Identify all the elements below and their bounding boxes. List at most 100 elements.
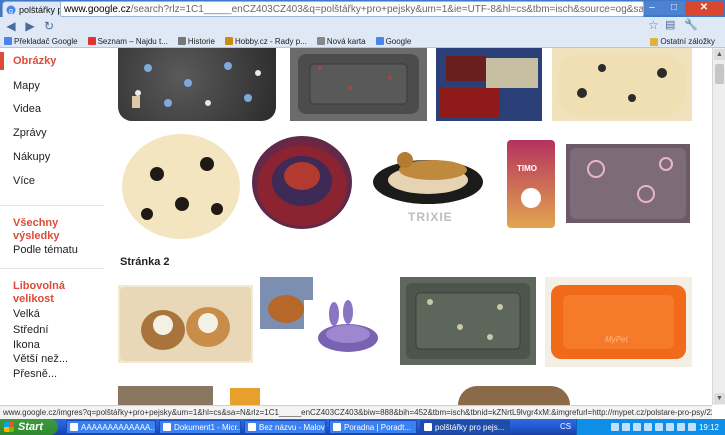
mypet-logo-text: MyPet — [605, 335, 628, 344]
taskbar-item-label: Poradna | Poradt... — [344, 422, 412, 432]
taskbar-item[interactable]: AAAAAAAAAAAAA... — [66, 420, 156, 434]
tray-icon[interactable] — [676, 423, 685, 431]
image-result[interactable]: MyPet — [545, 277, 692, 367]
image-result[interactable] — [230, 388, 260, 405]
google-favicon-icon: g — [6, 5, 16, 15]
svg-text:g: g — [9, 8, 13, 15]
tray-icon[interactable] — [665, 423, 674, 431]
page-content: Obrázky Mapy Videa Zprávy Nákupy Více Vš… — [0, 48, 712, 405]
windows-taskbar: Start AAAAAAAAAAAAA... Dokument1 - Micr.… — [0, 419, 725, 435]
tray-icon[interactable] — [632, 423, 641, 431]
tray-icon[interactable] — [610, 423, 619, 431]
tools-menu-icon[interactable]: 🔧 — [684, 18, 698, 31]
image-result[interactable] — [400, 277, 536, 365]
by-topic-filter[interactable]: Podle tématu — [13, 244, 78, 256]
size-large[interactable]: Velká — [13, 308, 40, 320]
bookmark-icon — [87, 37, 96, 45]
bookmark-icon — [316, 37, 325, 45]
page-menu-icon[interactable]: ▤ — [665, 18, 675, 31]
minimize-button[interactable]: – — [641, 1, 663, 15]
image-result[interactable] — [118, 386, 213, 405]
bookmark-item[interactable]: Překladač Google — [4, 37, 78, 46]
bookmark-item[interactable]: Google — [375, 37, 411, 46]
app-icon — [70, 423, 78, 431]
tray-icon[interactable] — [654, 423, 663, 431]
scroll-thumb[interactable] — [715, 64, 724, 84]
taskbar-item-label: Dokument1 - Micr... — [174, 422, 241, 432]
bookmark-item[interactable]: Nová karta — [316, 36, 366, 46]
nav-shopping[interactable]: Nákupy — [13, 151, 50, 163]
bookmark-item[interactable]: Hobby.cz - Rady p... — [224, 37, 307, 46]
all-results-filter[interactable]: Všechny výsledky — [13, 217, 83, 243]
trixie-logo-text: TRIXIE — [408, 210, 453, 224]
scroll-up-icon[interactable]: ▲ — [714, 49, 725, 60]
bookmark-label: Překladač Google — [14, 36, 78, 46]
nav-news[interactable]: Zprávy — [13, 127, 47, 139]
nav-maps[interactable]: Mapy — [13, 80, 40, 92]
start-button[interactable]: Start — [0, 419, 58, 435]
size-exact[interactable]: Přesně... — [13, 368, 57, 380]
url-path: /search?rlz=1C1_____enCZ403CZ403&q=polšt… — [130, 3, 644, 15]
image-result[interactable] — [566, 144, 690, 223]
bookmark-label: Historie — [187, 36, 215, 46]
bookmark-icon — [177, 37, 186, 45]
any-size-filter[interactable]: Libovolná velikost — [13, 280, 73, 306]
forward-icon[interactable]: ▶ — [22, 18, 38, 34]
address-bar[interactable]: www.google.cz/search?rlz=1C1_____enCZ403… — [60, 1, 644, 17]
vertical-scrollbar[interactable]: ▲ ▼ — [712, 48, 725, 405]
paint-icon — [248, 423, 256, 431]
size-medium[interactable]: Střední — [13, 324, 48, 336]
bookmark-star-icon[interactable]: ☆ — [648, 18, 659, 32]
taskbar-item[interactable]: Dokument1 - Micr... — [159, 420, 241, 434]
taskbar-item-label: Bez názvu - Malov... — [259, 422, 326, 432]
image-result[interactable] — [436, 48, 542, 121]
bookmark-label: Nová karta — [326, 36, 366, 46]
image-result[interactable] — [122, 134, 240, 239]
page-2-heading: Stránka 2 — [120, 256, 170, 268]
maximize-button[interactable]: □ — [663, 1, 685, 15]
image-result[interactable] — [290, 48, 427, 121]
windows-logo-icon — [4, 422, 14, 432]
other-bookmarks[interactable]: Ostatní záložky — [650, 35, 715, 48]
system-tray: 19:12 — [576, 419, 725, 435]
reload-icon[interactable]: ↻ — [41, 18, 57, 34]
active-indicator — [0, 52, 4, 70]
image-result[interactable] — [118, 48, 276, 121]
nav-more[interactable]: Více — [13, 175, 35, 187]
scroll-down-icon[interactable]: ▼ — [714, 393, 725, 404]
taskbar-item-active[interactable]: polštářky pro pejs... — [420, 420, 510, 434]
tray-icon[interactable] — [621, 423, 630, 431]
taskbar-item[interactable]: Bez názvu - Malov... — [244, 420, 326, 434]
image-result[interactable]: TIMO — [507, 140, 555, 228]
bookmark-item[interactable]: Seznam – Najdu t... — [87, 37, 168, 46]
image-result[interactable] — [118, 285, 253, 363]
nav-images[interactable]: Obrázky — [13, 55, 56, 67]
image-result[interactable] — [552, 48, 692, 121]
taskbar-item-label: AAAAAAAAAAAAA... — [81, 422, 156, 432]
browser-icon — [333, 423, 341, 431]
taskbar-item-label: polštářky pro pejs... — [435, 422, 505, 432]
nav-videos[interactable]: Videa — [13, 103, 41, 115]
clock[interactable]: 19:12 — [699, 423, 719, 432]
size-icon[interactable]: Ikona — [13, 339, 40, 351]
volume-icon[interactable] — [687, 423, 696, 431]
bookmark-icon — [224, 37, 233, 45]
nav-divider — [0, 268, 104, 269]
size-larger-than[interactable]: Větší než... — [13, 353, 68, 365]
chrome-icon — [424, 423, 432, 431]
language-indicator[interactable]: CS — [560, 422, 571, 431]
image-result[interactable]: TRIXIE — [363, 132, 493, 236]
image-result[interactable] — [304, 300, 392, 360]
url-host: www.google.cz — [64, 3, 131, 15]
word-icon — [163, 423, 171, 431]
back-icon[interactable]: ◀ — [3, 18, 19, 34]
image-result[interactable] — [458, 386, 570, 405]
close-window-button[interactable]: ✕ — [685, 1, 723, 15]
bookmark-icon — [4, 37, 12, 45]
image-result[interactable] — [252, 136, 352, 229]
bookmark-item[interactable]: Historie — [177, 36, 215, 46]
tray-icon[interactable] — [643, 423, 652, 431]
taskbar-item[interactable]: Poradna | Poradt... — [329, 420, 417, 434]
folder-icon — [650, 37, 659, 46]
bookmarks-bar: Překladač Google Seznam – Najdu t... His… — [0, 35, 725, 48]
